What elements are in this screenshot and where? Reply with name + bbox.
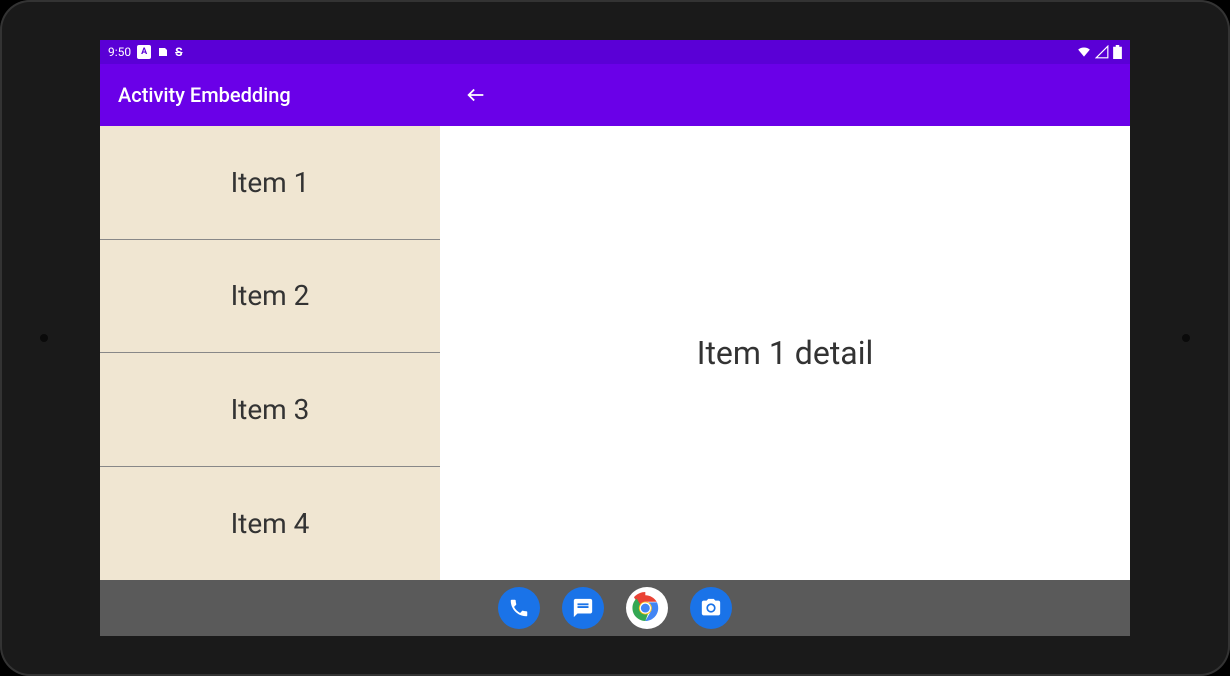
status-badge-s: S: [175, 45, 182, 59]
list-item-label: Item 1: [231, 166, 310, 199]
wifi-icon: [1077, 45, 1091, 59]
phone-icon: [508, 597, 530, 619]
list-item[interactable]: Item 2: [100, 240, 440, 354]
chrome-icon: [626, 587, 668, 629]
status-time: 9:50: [108, 45, 131, 59]
messages-icon: [572, 597, 594, 619]
list-item[interactable]: Item 3: [100, 353, 440, 467]
detail-pane: Item 1 detail: [440, 126, 1130, 580]
tablet-frame: 9:50 A S Activity Embedding: [0, 0, 1230, 676]
list-item-label: Item 4: [231, 507, 310, 540]
app-bar: Activity Embedding: [100, 64, 1130, 126]
nav-phone-button[interactable]: [498, 587, 540, 629]
list-item[interactable]: Item 4: [100, 467, 440, 580]
nav-chrome-button[interactable]: [626, 587, 668, 629]
status-left: 9:50 A S: [108, 45, 183, 59]
status-right: [1077, 45, 1122, 59]
list-item[interactable]: Item 1: [100, 126, 440, 240]
card-icon: [157, 46, 169, 58]
nav-messages-button[interactable]: [562, 587, 604, 629]
battery-icon: [1113, 45, 1122, 59]
camera-icon: [700, 597, 722, 619]
arrow-left-icon: [465, 84, 487, 106]
status-badge-a: A: [137, 45, 151, 59]
app-title: Activity Embedding: [100, 83, 291, 107]
content: Item 1 Item 2 Item 3 Item 4 Item 1 detai…: [100, 126, 1130, 580]
back-button[interactable]: [456, 75, 496, 115]
signal-icon: [1095, 45, 1109, 59]
list-pane[interactable]: Item 1 Item 2 Item 3 Item 4: [100, 126, 440, 580]
detail-text: Item 1 detail: [697, 334, 874, 372]
list-item-label: Item 2: [231, 279, 310, 312]
nav-bar: [100, 580, 1130, 636]
list-item-label: Item 3: [231, 393, 310, 426]
screen: 9:50 A S Activity Embedding: [100, 40, 1130, 636]
status-bar: 9:50 A S: [100, 40, 1130, 64]
nav-camera-button[interactable]: [690, 587, 732, 629]
